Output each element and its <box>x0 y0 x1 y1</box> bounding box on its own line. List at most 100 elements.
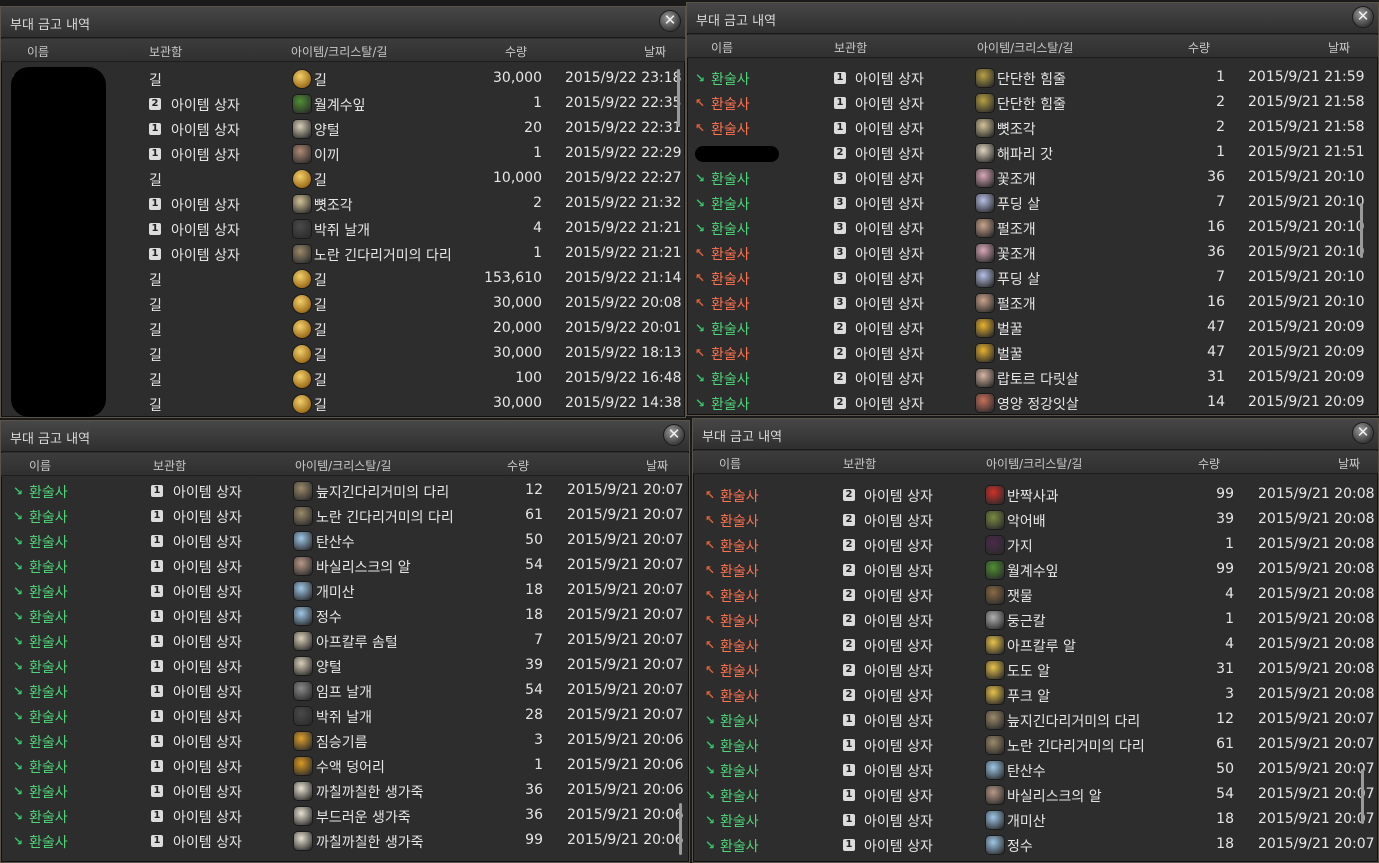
item-name: 짐승기름 <box>316 735 368 751</box>
log-row[interactable]: ↘ 환술사 1 아이템 상자 늪지긴다리거미의 다리 12 2015/9/21 20:07 <box>693 708 1378 733</box>
header-qty[interactable]: 수량 <box>1198 455 1220 472</box>
log-row[interactable]: ↘ 환술사 1 아이템 상자 노란 긴다리거미의 다리 61 2015/9/21 20:07 <box>693 733 1378 758</box>
log-row[interactable]: ↖ 환술사 2 아이템 상자 잿물 4 2015/9/21 20:08 <box>693 583 1378 608</box>
log-row[interactable]: ↘ 환술사 1 아이템 상자 탄산수 50 2015/9/21 20:07 <box>1 529 689 554</box>
header-storage[interactable]: 보관함 <box>834 39 867 56</box>
log-row[interactable]: ↘ 환술사 1 아이템 상자 개미산 18 2015/9/21 20:07 <box>1 579 689 604</box>
log-row[interactable]: ↘ 환술사 3 아이템 상자 푸딩 살 7 2015/9/21 20:10 <box>687 191 1378 216</box>
member-name: 환술사 <box>29 835 68 851</box>
header-storage[interactable]: 보관함 <box>149 43 182 60</box>
header-name[interactable]: 이름 <box>27 43 49 60</box>
storage-name: 아이템 상자 <box>855 197 924 213</box>
window-titlebar[interactable]: 부대 금고 내역 ✕ <box>687 3 1378 34</box>
log-row[interactable]: ↖ 환술사 3 아이템 상자 푸딩 살 7 2015/9/21 20:10 <box>687 266 1378 291</box>
scrollbar[interactable] <box>1361 769 1364 824</box>
log-row[interactable]: ↖ 환술사 1 아이템 상자 단단한 힘줄 2 2015/9/21 21:58 <box>687 91 1378 116</box>
header-qty[interactable]: 수량 <box>505 43 527 60</box>
log-row[interactable]: ↘ 환술사 1 아이템 상자 수액 덩어리 1 2015/9/21 20:06 <box>1 754 689 779</box>
log-row[interactable]: ↘ 환술사 1 아이템 상자 정수 18 2015/9/21 20:07 <box>693 833 1378 858</box>
log-row[interactable]: ↖ 환술사 2 아이템 상자 반짝사과 99 2015/9/21 20:08 <box>693 483 1378 508</box>
log-row[interactable]: ↘ 환술사 1 아이템 상자 까칠까칠한 생가죽 99 2015/9/21 20:06 <box>1 829 689 854</box>
log-row[interactable]: ↘2아이템 상자해파리 갓12015/9/21 21:51 <box>687 141 1378 166</box>
log-row[interactable]: ↘ 환술사 1 아이템 상자 단단한 힘줄 1 2015/9/21 21:59 <box>687 66 1378 91</box>
log-row[interactable]: ↘ 환술사 2 아이템 상자 벌꿀 47 2015/9/21 20:09 <box>687 316 1378 341</box>
log-row[interactable]: ↖ 환술사 2 아이템 상자 월계수잎 99 2015/9/21 20:08 <box>693 558 1378 583</box>
log-row[interactable]: ↘ 환술사 2 아이템 상자 영양 정강잇살 14 2015/9/21 20:09 <box>687 391 1378 415</box>
quantity: 2 <box>533 195 542 211</box>
scrollbar[interactable] <box>1360 203 1363 258</box>
leg-icon <box>986 736 1004 754</box>
storage-name: 아이템 상자 <box>173 485 242 501</box>
header-qty[interactable]: 수량 <box>1188 39 1210 56</box>
header-date[interactable]: 날짜 <box>1338 455 1360 472</box>
log-row[interactable]: ↖ 환술사 1 아이템 상자 뼛조각 2 2015/9/21 21:58 <box>687 116 1378 141</box>
close-icon[interactable]: ✕ <box>659 10 681 32</box>
log-row[interactable]: ↘ 환술사 3 아이템 상자 꽃조개 36 2015/9/21 20:10 <box>687 166 1378 191</box>
storage-tab-number-icon: 2 <box>149 98 161 110</box>
item-name: 둥근칼 <box>1007 614 1046 630</box>
deposit-arrow-icon: ↘ <box>13 684 24 698</box>
scrollbar[interactable] <box>679 803 682 855</box>
log-row[interactable]: ↘ 환술사 1 아이템 상자 까칠까칠한 생가죽 36 2015/9/21 20:06 <box>1 779 689 804</box>
window-titlebar[interactable]: 부대 금고 내역 ✕ <box>1 421 689 452</box>
member-name: 환술사 <box>720 689 759 705</box>
log-row[interactable]: ↘ 환술사 1 아이템 상자 탄산수 50 2015/9/21 20:07 <box>693 758 1378 783</box>
log-row[interactable]: ↘ 환술사 1 아이템 상자 늪지긴다리거미의 다리 12 2015/9/21 20:07 <box>1 479 689 504</box>
log-row[interactable]: ↘ 환술사 3 아이템 상자 펄조개 16 2015/9/21 20:10 <box>687 216 1378 241</box>
log-row[interactable]: ↘ 환술사 1 아이템 상자 개미산 18 2015/9/21 20:07 <box>693 808 1378 833</box>
item-name: 탄산수 <box>316 535 355 551</box>
item-name: 정수 <box>316 610 342 626</box>
header-item[interactable]: 아이템/크리스탈/길 <box>291 43 387 60</box>
quantity: 36 <box>1207 244 1225 260</box>
header-item[interactable]: 아이템/크리스탈/길 <box>295 457 391 474</box>
window-titlebar[interactable]: 부대 금고 내역 ✕ <box>693 419 1378 450</box>
deposit-arrow-icon: ↘ <box>13 534 24 548</box>
log-row[interactable]: ↘ 환술사 1 아이템 상자 바실리스크의 알 54 2015/9/21 20:07 <box>1 554 689 579</box>
item-name: 꽃조개 <box>997 172 1036 188</box>
log-row[interactable]: ↘ 환술사 1 아이템 상자 양털 39 2015/9/21 20:07 <box>1 654 689 679</box>
header-date[interactable]: 날짜 <box>646 457 668 474</box>
member-name: 환술사 <box>29 685 68 701</box>
header-name[interactable]: 이름 <box>711 39 733 56</box>
log-row[interactable]: ↖ 환술사 2 아이템 상자 푸크 알 3 2015/9/21 20:08 <box>693 683 1378 708</box>
leaf-icon <box>986 561 1004 579</box>
log-row[interactable]: ↘ 환술사 1 아이템 상자 노란 긴다리거미의 다리 61 2015/9/21 20:07 <box>1 504 689 529</box>
header-storage[interactable]: 보관함 <box>153 457 186 474</box>
log-row[interactable]: ↖ 환술사 2 아이템 상자 가지 1 2015/9/21 20:08 <box>693 533 1378 558</box>
header-name[interactable]: 이름 <box>719 455 741 472</box>
header-date[interactable]: 날짜 <box>1328 39 1350 56</box>
log-row[interactable]: ↖ 환술사 2 아이템 상자 도도 알 31 2015/9/21 20:08 <box>693 658 1378 683</box>
log-row[interactable]: ↖ 환술사 2 아이템 상자 둥근칼 1 2015/9/21 20:08 <box>693 608 1378 633</box>
header-item[interactable]: 아이템/크리스탈/길 <box>986 455 1082 472</box>
log-row[interactable]: ↘ 환술사 2 아이템 상자 랍토르 다릿살 31 2015/9/21 20:09 <box>687 366 1378 391</box>
vial-icon <box>294 532 312 550</box>
leg-icon <box>294 482 312 500</box>
header-item[interactable]: 아이템/크리스탈/길 <box>977 39 1073 56</box>
close-icon[interactable]: ✕ <box>1352 6 1374 28</box>
storage-tab-number-icon: 1 <box>151 510 163 522</box>
log-row[interactable]: ↖ 환술사 2 아이템 상자 벌꿀 47 2015/9/21 20:09 <box>687 341 1378 366</box>
timestamp: 2015/9/21 20:07 <box>1258 786 1375 802</box>
log-row[interactable]: ↘ 환술사 1 아이템 상자 정수 18 2015/9/21 20:07 <box>1 604 689 629</box>
header-storage[interactable]: 보관함 <box>843 455 876 472</box>
close-icon[interactable]: ✕ <box>1352 422 1374 444</box>
log-row[interactable]: ↖ 환술사 3 아이템 상자 펄조개 16 2015/9/21 20:10 <box>687 291 1378 316</box>
scrollbar[interactable] <box>677 69 680 127</box>
header-qty[interactable]: 수량 <box>507 457 529 474</box>
log-row[interactable]: ↖ 환술사 3 아이템 상자 꽃조개 36 2015/9/21 20:10 <box>687 241 1378 266</box>
quantity: 153,610 <box>484 270 542 286</box>
header-name[interactable]: 이름 <box>29 457 51 474</box>
quantity: 61 <box>1216 736 1234 752</box>
close-icon[interactable]: ✕ <box>663 424 685 446</box>
log-row[interactable]: ↘ 환술사 1 아이템 상자 부드러운 생가죽 36 2015/9/21 20:06 <box>1 804 689 829</box>
header-date[interactable]: 날짜 <box>644 43 666 60</box>
log-row[interactable]: ↘ 환술사 1 아이템 상자 짐승기름 3 2015/9/21 20:06 <box>1 729 689 754</box>
log-row[interactable]: ↘ 환술사 1 아이템 상자 바실리스크의 알 54 2015/9/21 20:07 <box>693 783 1378 808</box>
log-row[interactable]: ↖ 환술사 2 아이템 상자 악어배 39 2015/9/21 20:08 <box>693 508 1378 533</box>
log-row[interactable]: ↘ 환술사 1 아이템 상자 임프 날개 54 2015/9/21 20:07 <box>1 679 689 704</box>
log-row[interactable]: ↘ 환술사 1 아이템 상자 박쥐 날개 28 2015/9/21 20:07 <box>1 704 689 729</box>
log-row[interactable]: ↘ 환술사 1 아이템 상자 아프칼루 솜털 7 2015/9/21 20:07 <box>1 629 689 654</box>
log-row[interactable]: ↖ 환술사 2 아이템 상자 아프칼루 알 4 2015/9/21 20:08 <box>693 633 1378 658</box>
window-titlebar[interactable]: 부대 금고 내역 ✕ <box>1 7 685 38</box>
moss-icon <box>293 145 311 163</box>
